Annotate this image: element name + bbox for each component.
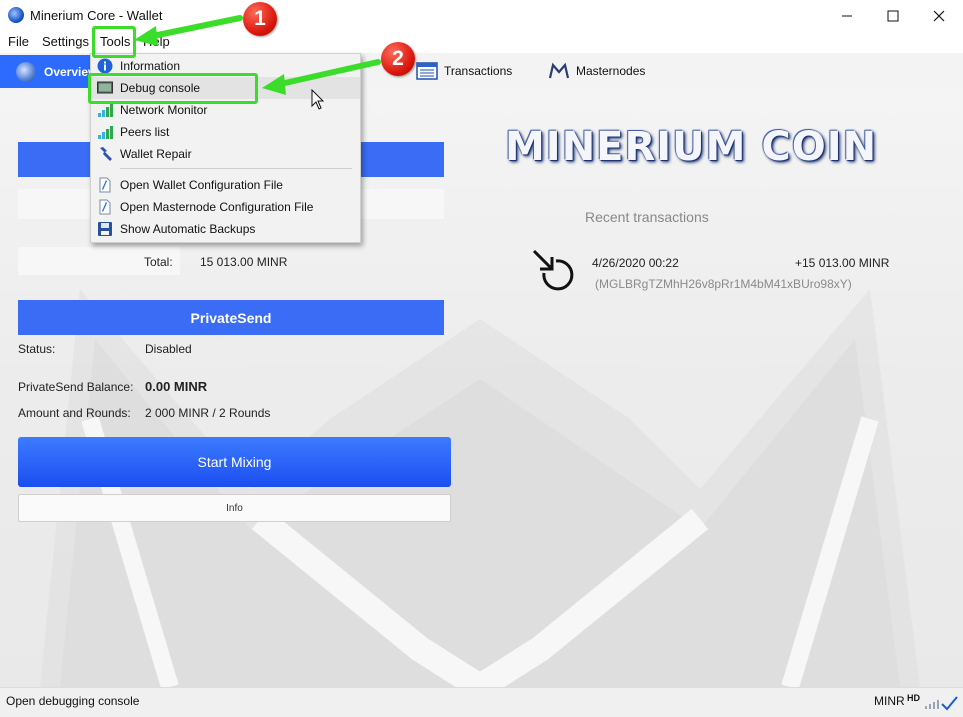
menu-item-label: Open Masternode Configuration File xyxy=(120,200,314,214)
info-button[interactable]: Info xyxy=(18,494,451,522)
transaction-amount: +15 013.00 MINR xyxy=(795,256,890,270)
floppy-icon xyxy=(98,222,112,236)
step-2-badge: 2 xyxy=(381,42,415,76)
arrow-2-head-icon xyxy=(262,74,286,95)
privatesend-header: PrivateSend xyxy=(18,300,444,335)
status-value: Disabled xyxy=(145,342,192,356)
transaction-row[interactable] xyxy=(530,247,578,294)
privatesend-balance-value: 0.00 MINR xyxy=(145,379,208,394)
annotation-arrows xyxy=(134,15,381,95)
transaction-address: (MGLBRgTZMhH26v8pRr1M4bM41xBUro98xY) xyxy=(595,277,852,291)
arrow-2-icon xyxy=(273,59,381,88)
menu-item-show-backups[interactable]: Show Automatic Backups xyxy=(91,218,360,240)
incoming-transaction-icon xyxy=(532,249,574,291)
start-mixing-button[interactable]: Start Mixing xyxy=(18,437,451,487)
privatesend-balance-label: PrivateSend Balance: xyxy=(18,380,134,394)
arrow-1-head-icon xyxy=(134,26,158,46)
file-icon xyxy=(99,199,111,215)
status-bar xyxy=(0,687,963,717)
recent-transactions-title: Recent transactions xyxy=(585,209,709,225)
step-1-badge: 1 xyxy=(243,2,277,36)
arrow-1-icon xyxy=(145,15,243,40)
total-label: Total: xyxy=(144,255,173,269)
hd-badge: HD xyxy=(907,693,920,703)
status-label: Status: xyxy=(18,342,56,356)
status-text: Open debugging console xyxy=(6,694,140,708)
amount-rounds-label: Amount and Rounds: xyxy=(18,406,131,420)
unit-label: MINR xyxy=(874,694,905,708)
connection-signal-icon xyxy=(925,696,958,711)
total-value: 15 013.00 MINR xyxy=(200,255,288,269)
amount-rounds-value: 2 000 MINR / 2 Rounds xyxy=(145,406,271,420)
menu-item-label: Show Automatic Backups xyxy=(120,222,256,236)
transaction-date: 4/26/2020 00:22 xyxy=(592,256,679,270)
